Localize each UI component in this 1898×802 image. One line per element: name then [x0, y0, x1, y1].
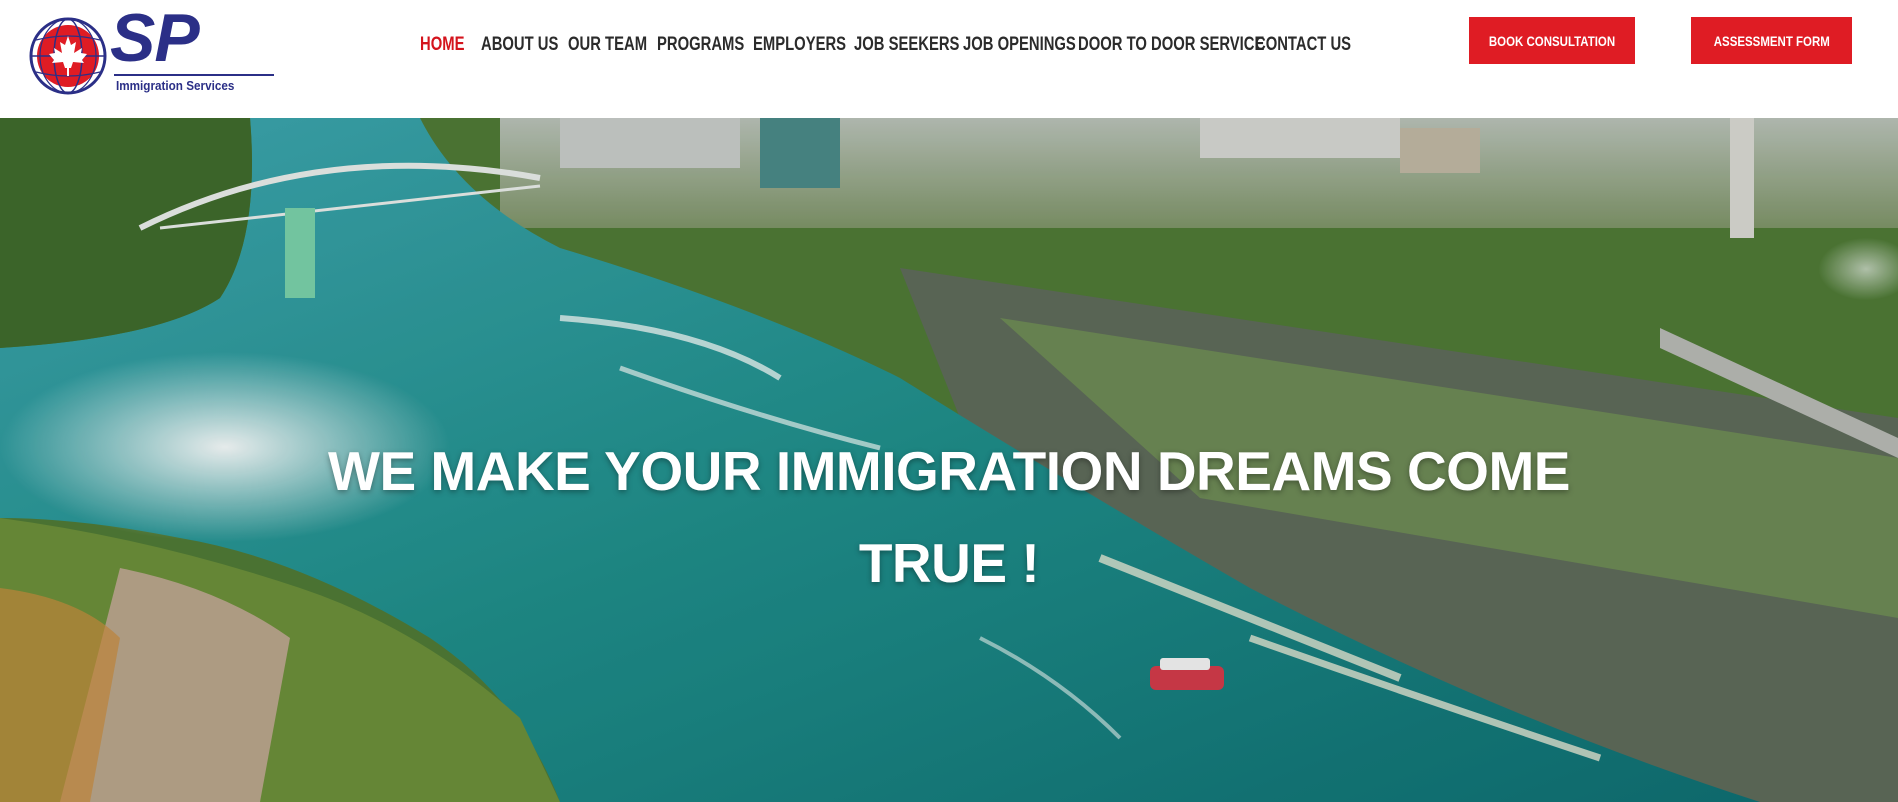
nav-door-to-door-service[interactable]: DOOR TO DOOR SERVICE: [1078, 34, 1264, 56]
nav-job-seekers[interactable]: JOB SEEKERS: [854, 34, 959, 56]
nav-our-team[interactable]: OUR TEAM: [568, 34, 647, 56]
nav-contact-us[interactable]: CONTACT US: [1255, 34, 1351, 56]
nav-programs[interactable]: PROGRAMS: [657, 34, 744, 56]
book-consultation-label: BOOK CONSULTATION: [1488, 32, 1616, 49]
company-logo[interactable]: SP Immigration Services: [28, 4, 274, 98]
hero-section: WE MAKE YOUR IMMIGRATION DREAMS COME TRU…: [0, 118, 1898, 802]
globe-maple-leaf-icon: [29, 17, 107, 95]
nav-home[interactable]: HOME: [420, 34, 464, 56]
main-navigation: HOME ABOUT US OUR TEAM PROGRAMS EMPLOYER…: [420, 30, 1351, 60]
hero-headline: WE MAKE YOUR IMMIGRATION DREAMS COME TRU…: [328, 439, 1570, 594]
assessment-form-label: ASSESSMENT FORM: [1713, 32, 1830, 49]
logo-divider: [114, 74, 274, 76]
logo-wordmark: SP: [110, 0, 200, 76]
nav-employers[interactable]: EMPLOYERS: [753, 34, 846, 56]
assessment-form-button[interactable]: ASSESSMENT FORM: [1691, 17, 1852, 64]
nav-job-openings[interactable]: JOB OPENINGS: [963, 34, 1076, 56]
site-header: SP Immigration Services HOME ABOUT US OU…: [0, 0, 1898, 118]
logo-subtitle: Immigration Services: [116, 78, 235, 93]
nav-about-us[interactable]: ABOUT US: [481, 34, 558, 56]
book-consultation-button[interactable]: BOOK CONSULTATION: [1469, 17, 1635, 64]
